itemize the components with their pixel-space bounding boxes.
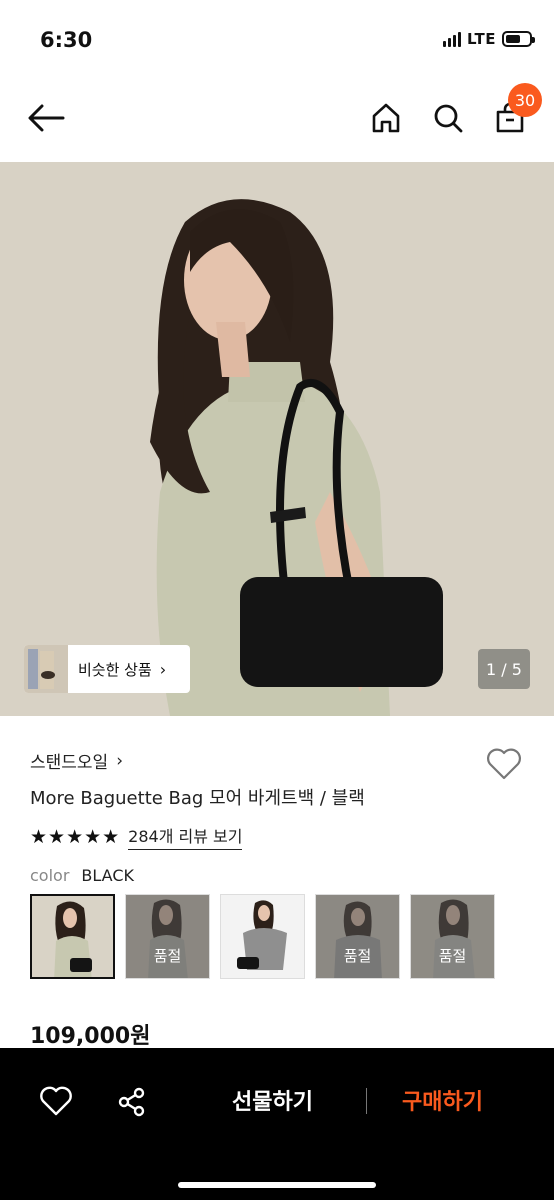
product-title: More Baguette Bag 모어 바게트백 / 블랙 xyxy=(30,788,365,809)
swatch-5[interactable]: 품절 xyxy=(410,894,495,979)
home-icon xyxy=(372,103,400,133)
soldout-label: 품절 xyxy=(411,895,494,978)
chevron-right-icon: › xyxy=(159,659,167,679)
signal-icon xyxy=(442,31,461,47)
product-photo xyxy=(0,162,554,716)
home-indicator xyxy=(178,1182,376,1188)
search-icon xyxy=(434,104,463,133)
share-button[interactable] xyxy=(112,1082,152,1122)
swatch-3[interactable] xyxy=(220,894,305,979)
share-icon xyxy=(118,1087,145,1117)
status-bar: 6:30 LTE xyxy=(0,0,554,80)
battery-icon xyxy=(502,31,535,47)
battery-level xyxy=(506,35,521,43)
status-time: 6:30 xyxy=(40,28,93,52)
back-button[interactable] xyxy=(26,98,66,138)
arrow-left-icon xyxy=(28,104,65,132)
brand-link[interactable]: 스탠드오일 › xyxy=(30,748,124,774)
soldout-label: 품절 xyxy=(126,895,209,978)
review-link[interactable]: 284개 리뷰 보기 xyxy=(128,823,243,850)
swatch-1[interactable] xyxy=(30,894,115,979)
similar-products-button[interactable]: 비슷한 상품 › xyxy=(24,645,190,693)
gift-button[interactable]: 선물하기 xyxy=(232,1084,313,1116)
rating-stars: ★★★★★ xyxy=(30,825,121,848)
rating-row: ★★★★★ 284개 리뷰 보기 xyxy=(30,823,243,850)
color-option-row: color BLACK xyxy=(30,866,134,885)
brand-name: 스탠드오일 xyxy=(30,753,109,773)
swatch-image xyxy=(221,895,304,978)
color-label: color xyxy=(30,866,70,885)
product-price: 109,000원 xyxy=(30,1024,151,1049)
like-button[interactable] xyxy=(36,1082,76,1122)
cart-count-badge: 30 xyxy=(508,83,542,117)
swatch-4[interactable]: 품절 xyxy=(315,894,400,979)
heart-icon xyxy=(487,748,521,780)
swatch-2[interactable]: 품절 xyxy=(125,894,210,979)
home-button[interactable] xyxy=(366,98,406,138)
color-swatches: 품절 품절 품절 xyxy=(30,894,495,979)
wishlist-button[interactable] xyxy=(484,744,524,784)
bottom-action-bar: 선물하기 구매하기 xyxy=(0,1048,554,1200)
swatch-image xyxy=(32,896,113,977)
product-image-gallery[interactable]: 비슷한 상품 › 1 / 5 xyxy=(0,162,554,716)
color-value: BLACK xyxy=(81,866,134,885)
image-page-indicator: 1 / 5 xyxy=(478,649,530,689)
network-type: LTE xyxy=(466,30,496,48)
heart-icon xyxy=(40,1086,72,1116)
status-indicators: LTE xyxy=(442,30,535,48)
similar-products-label: 비슷한 상품 xyxy=(78,660,152,679)
divider xyxy=(366,1088,367,1114)
top-nav xyxy=(0,80,554,162)
chevron-right-icon: › xyxy=(116,750,124,771)
search-button[interactable] xyxy=(428,98,468,138)
buy-button[interactable]: 구매하기 xyxy=(402,1084,483,1116)
similar-products-thumbnail xyxy=(24,645,68,693)
soldout-label: 품절 xyxy=(316,895,399,978)
